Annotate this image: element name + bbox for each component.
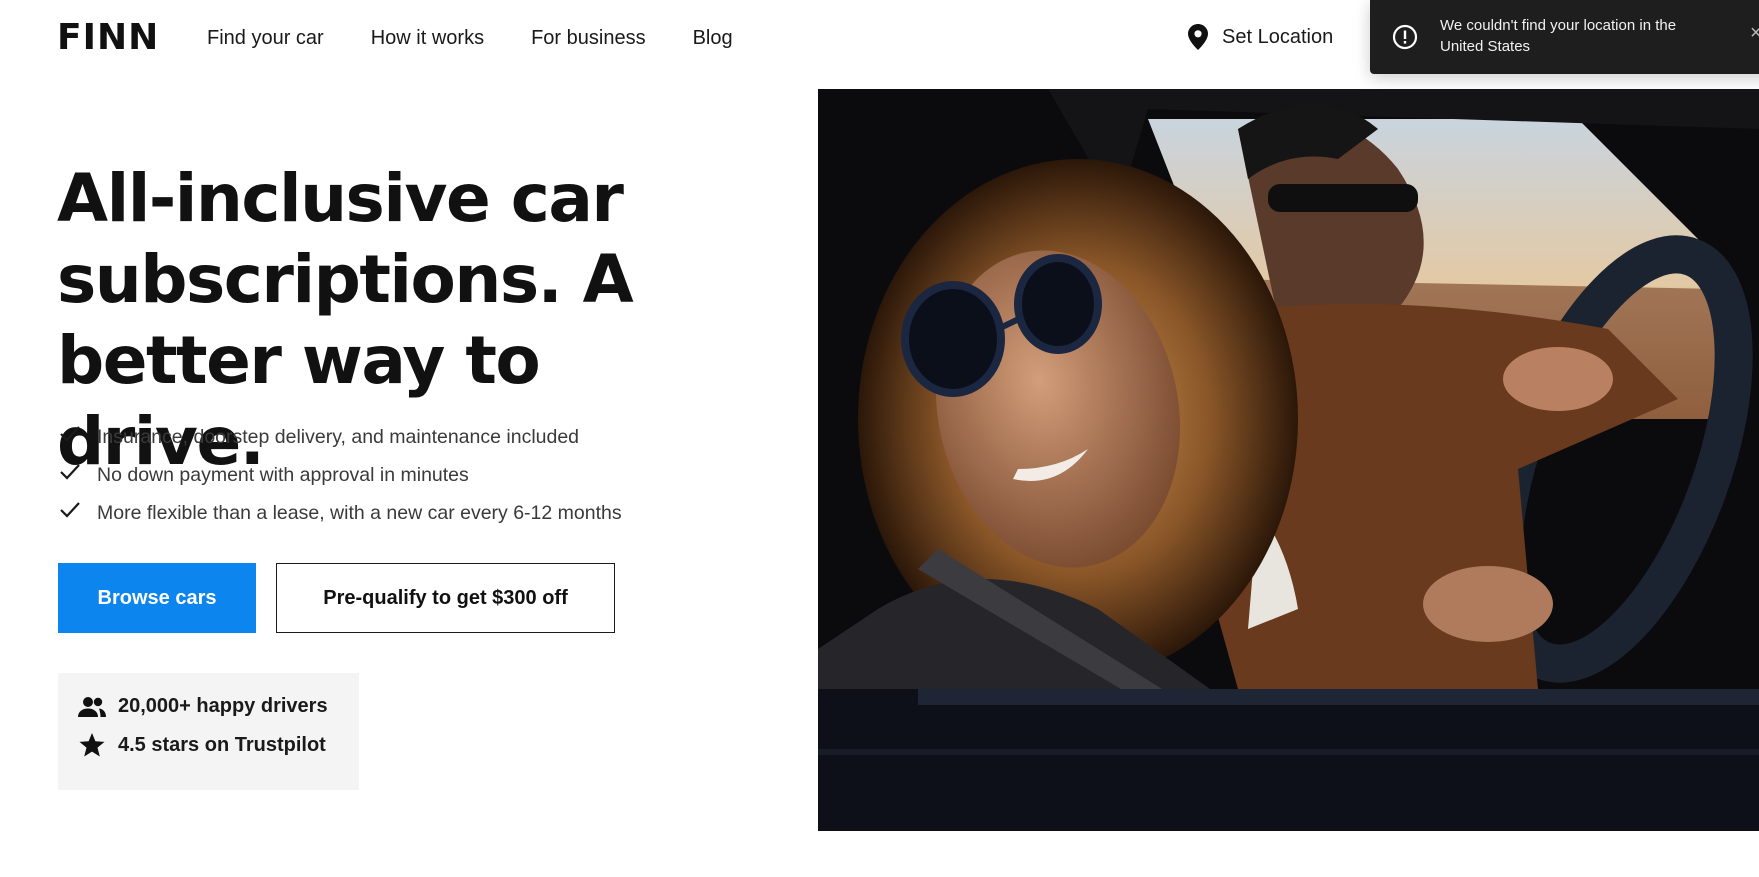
main-nav: Find your car How it works For business … bbox=[207, 26, 780, 50]
people-icon bbox=[78, 696, 106, 717]
rating-stat: 4.5 stars on Trustpilot bbox=[78, 733, 326, 757]
toast-close-icon[interactable]: × bbox=[1750, 22, 1759, 45]
hero-photo bbox=[818, 89, 1759, 831]
check-icon bbox=[59, 463, 97, 487]
toast-message: We couldn't find your location in the Un… bbox=[1440, 17, 1677, 55]
map-pin-icon bbox=[1188, 24, 1208, 50]
alert-circle-icon bbox=[1392, 24, 1418, 50]
check-icon bbox=[59, 501, 97, 525]
list-item: No down payment with approval in minutes bbox=[59, 456, 622, 494]
drivers-stat-text: 20,000+ happy drivers bbox=[118, 695, 328, 717]
drivers-stat: 20,000+ happy drivers bbox=[78, 695, 328, 718]
nav-how-it-works[interactable]: How it works bbox=[371, 26, 484, 50]
set-location-button[interactable]: Set Location bbox=[1188, 24, 1333, 50]
social-proof-box: 20,000+ happy drivers 4.5 stars on Trust… bbox=[58, 673, 359, 790]
benefit-text: Insurance, doorstep delivery, and mainte… bbox=[97, 425, 580, 448]
browse-cars-button[interactable]: Browse cars bbox=[58, 563, 256, 633]
benefit-text: More flexible than a lease, with a new c… bbox=[97, 501, 622, 524]
list-item: More flexible than a lease, with a new c… bbox=[59, 494, 622, 532]
benefits-list: Insurance, doorstep delivery, and mainte… bbox=[59, 418, 622, 532]
rating-stat-text: 4.5 stars on Trustpilot bbox=[118, 733, 326, 756]
nav-for-business[interactable]: For business bbox=[531, 26, 646, 50]
location-error-toast: We couldn't find your location in the Un… bbox=[1370, 0, 1759, 74]
pre-qualify-button[interactable]: Pre-qualify to get $300 off bbox=[276, 563, 615, 633]
finn-logo[interactable]: FINN bbox=[57, 18, 159, 58]
nav-find-your-car[interactable]: Find your car bbox=[207, 26, 324, 50]
star-icon bbox=[79, 733, 105, 757]
list-item: Insurance, doorstep delivery, and mainte… bbox=[59, 418, 622, 456]
benefit-text: No down payment with approval in minutes bbox=[97, 463, 469, 486]
set-location-label: Set Location bbox=[1222, 25, 1334, 48]
nav-blog[interactable]: Blog bbox=[693, 26, 733, 50]
check-icon bbox=[59, 425, 97, 449]
